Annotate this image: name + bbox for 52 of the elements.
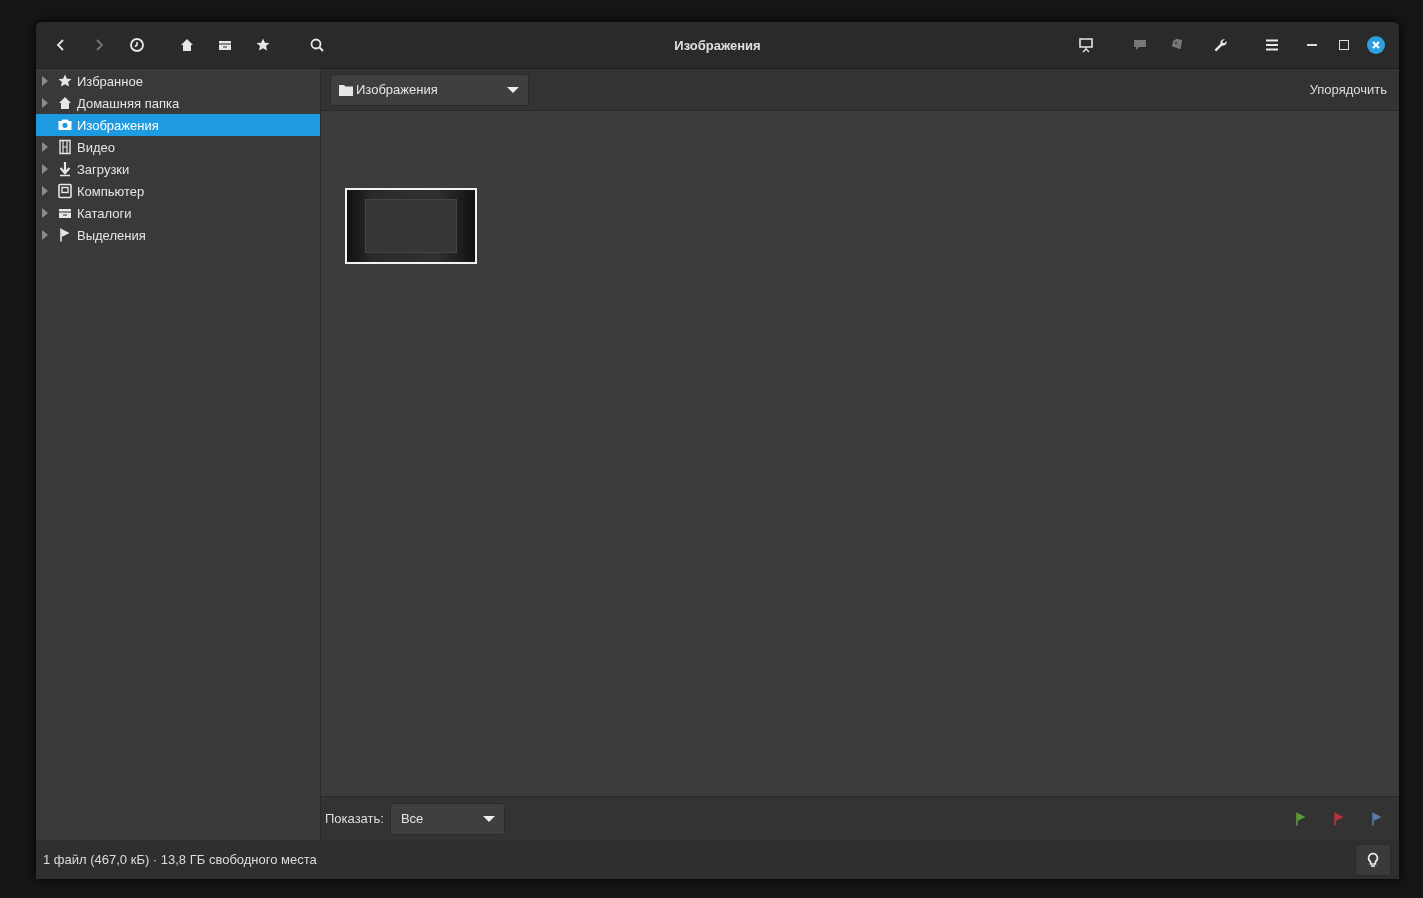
filter-dropdown[interactable]: Все bbox=[389, 802, 505, 835]
search-button[interactable] bbox=[308, 36, 326, 54]
download-icon bbox=[57, 161, 73, 177]
sidebar-label: Выделения bbox=[77, 227, 146, 243]
sidebar-item[interactable]: Видео bbox=[36, 136, 320, 158]
star-icon bbox=[57, 73, 73, 89]
caret-icon bbox=[482, 815, 495, 822]
sidebar-label: Домашняя папка bbox=[77, 95, 180, 111]
sidebar-item[interactable]: Выделения bbox=[36, 224, 320, 246]
sidebar-label: Каталоги bbox=[77, 205, 132, 221]
computer-icon bbox=[57, 183, 73, 199]
folder-dropdown[interactable]: Изображения bbox=[330, 73, 529, 106]
sidebar-label: Компьютер bbox=[77, 183, 145, 199]
clock-icon bbox=[129, 37, 145, 53]
speech-bubble-icon bbox=[1132, 37, 1148, 53]
expander-icon[interactable] bbox=[42, 186, 48, 196]
expander-icon[interactable] bbox=[42, 230, 48, 240]
filter-label: Показать: bbox=[325, 811, 384, 826]
expander-icon[interactable] bbox=[42, 142, 48, 152]
search-icon bbox=[309, 37, 325, 53]
close-button[interactable] bbox=[1367, 36, 1385, 54]
sidebar-item[interactable]: Загрузки bbox=[36, 158, 320, 180]
status-text: 1 файл (467,0 кБ) · 13,8 ГБ свободного места bbox=[43, 852, 317, 867]
sidebar-item[interactable]: Каталоги bbox=[36, 202, 320, 224]
wrench-icon bbox=[1212, 37, 1228, 53]
sidebar-label: Загрузки bbox=[77, 161, 130, 177]
camera-icon bbox=[57, 117, 73, 133]
presentation-icon bbox=[1078, 37, 1094, 53]
expander-icon[interactable] bbox=[42, 76, 48, 86]
tips-button[interactable] bbox=[1355, 843, 1391, 876]
menu-icon bbox=[1264, 37, 1280, 53]
close-icon bbox=[1371, 40, 1381, 50]
star-icon bbox=[255, 37, 271, 53]
expander-icon[interactable] bbox=[42, 98, 48, 108]
expander-icon[interactable] bbox=[42, 164, 48, 174]
sidebar-item[interactable]: Домашняя папка bbox=[36, 92, 320, 114]
image-thumbnail[interactable] bbox=[345, 188, 477, 264]
sidebar-item[interactable]: Избранное bbox=[36, 70, 320, 92]
home-icon bbox=[57, 95, 73, 111]
sidebar-item[interactable]: Компьютер bbox=[36, 180, 320, 202]
sort-link[interactable]: Упорядочить bbox=[1309, 82, 1387, 97]
presentation-button[interactable] bbox=[1077, 36, 1095, 54]
lightbulb-icon bbox=[1365, 851, 1381, 868]
film-icon bbox=[57, 139, 73, 155]
caret-icon bbox=[507, 86, 519, 93]
clock-button[interactable] bbox=[128, 36, 146, 54]
window-title: Изображения bbox=[674, 37, 761, 53]
expander-icon[interactable] bbox=[42, 208, 48, 218]
sidebar-label: Изображения bbox=[77, 117, 159, 133]
home-icon bbox=[179, 37, 195, 53]
sidebar-label: Избранное bbox=[77, 73, 143, 89]
sidebar-label: Видео bbox=[77, 139, 115, 155]
